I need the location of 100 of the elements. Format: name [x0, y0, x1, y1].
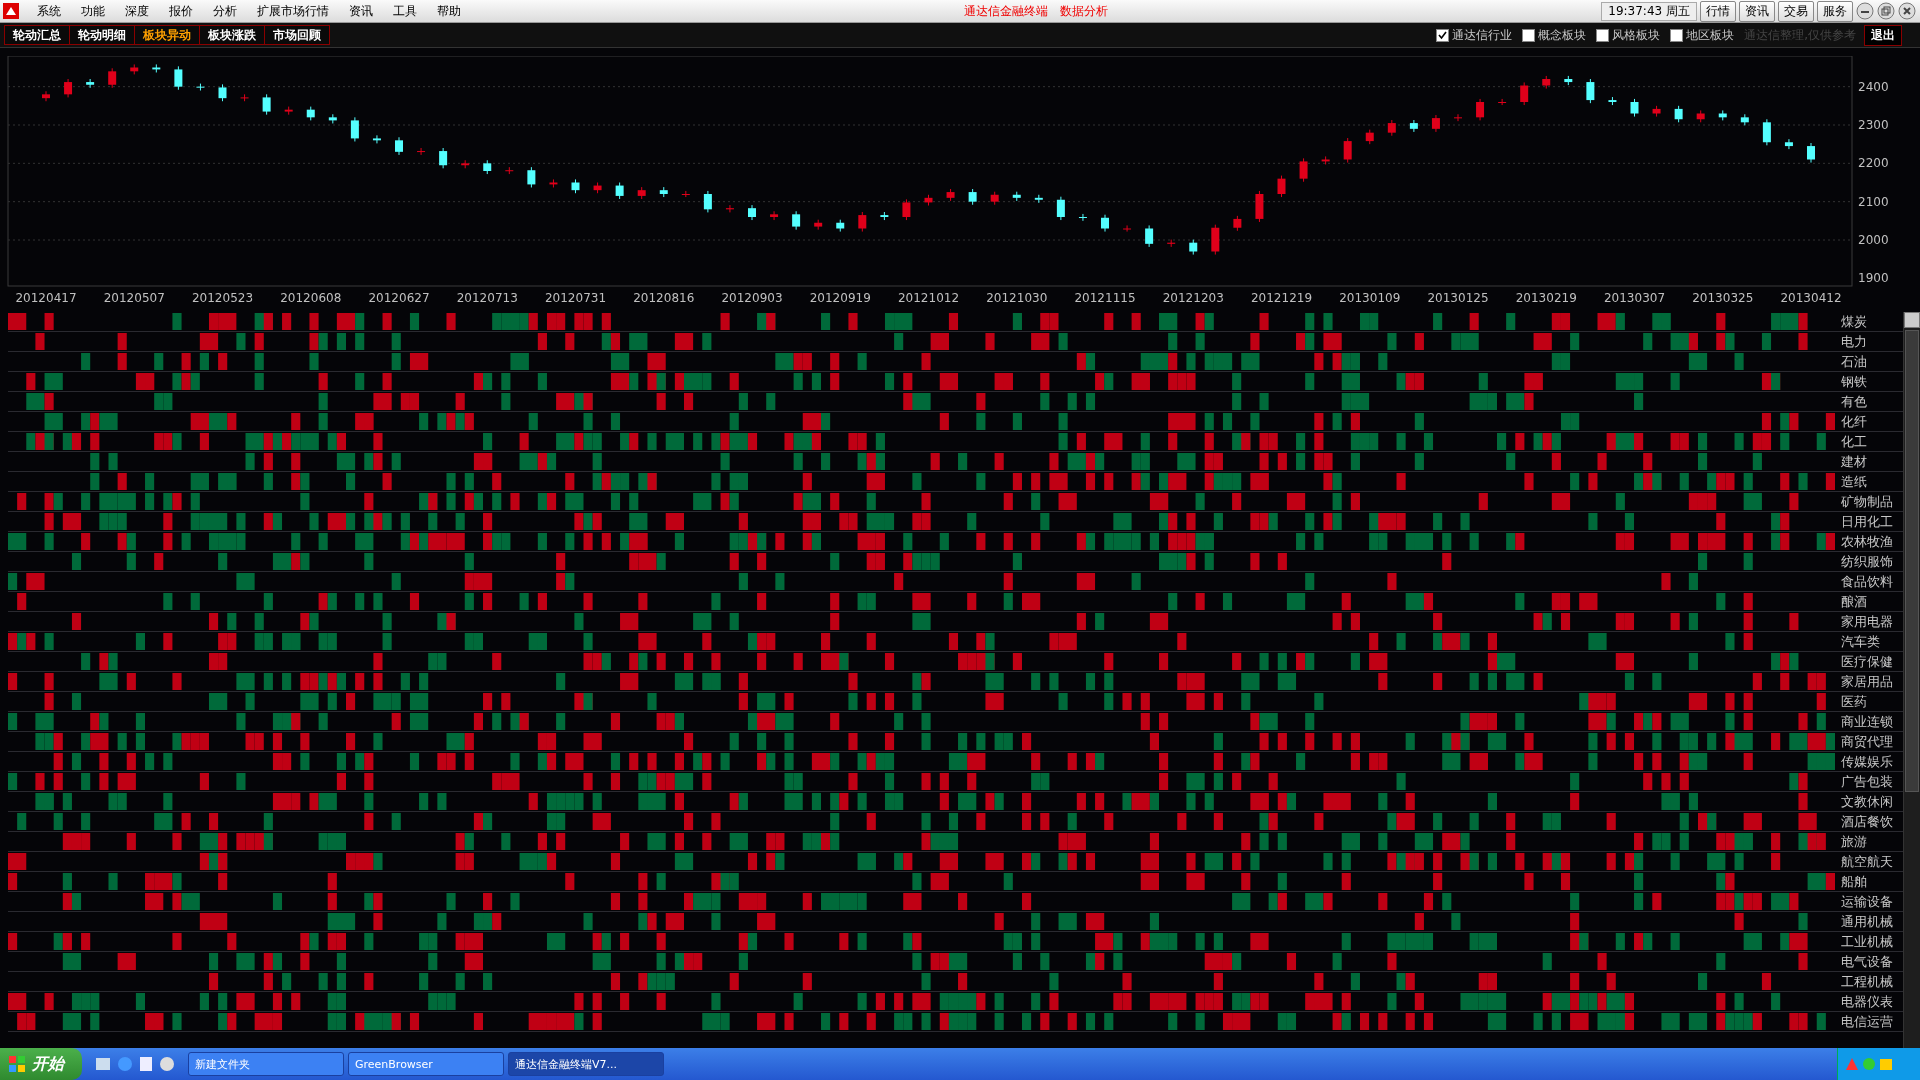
sector-label: 化纤 [1840, 413, 1868, 431]
menu-button[interactable]: 行情 [1700, 0, 1736, 22]
sector-label: 商业连锁 [1840, 713, 1894, 731]
restore-icon[interactable] [1877, 2, 1895, 20]
x-tick-label: 20120608 [280, 291, 342, 305]
y-tick-label: 1900 [1858, 271, 1889, 286]
sector-label: 石油 [1840, 353, 1868, 371]
candlestick [1431, 114, 1440, 133]
x-tick-label: 20120627 [368, 291, 430, 305]
sector-label: 矿物制品 [1840, 493, 1894, 511]
candlestick [1365, 129, 1374, 145]
windows-logo-icon [8, 1055, 26, 1073]
candlestick [1233, 215, 1242, 232]
tab[interactable]: 市场回顾 [264, 25, 330, 45]
x-tick-label: 20121203 [1162, 291, 1224, 305]
candlestick [593, 182, 602, 194]
y-tick-label: 2000 [1858, 233, 1889, 247]
menu-item[interactable]: 资讯 [339, 2, 383, 20]
tab[interactable]: 轮动汇总 [4, 25, 70, 45]
candlestick [1409, 119, 1418, 133]
checkbox-label: 概念板块 [1538, 26, 1587, 44]
candlestick [748, 204, 756, 221]
candlestick [659, 186, 668, 198]
candlestick [725, 204, 734, 213]
sector-label: 医疗保健 [1840, 653, 1894, 671]
x-tick-label: 20120417 [15, 291, 77, 305]
sector-label: 通用机械 [1840, 913, 1894, 931]
candlestick [1674, 105, 1683, 123]
candlestick [880, 211, 889, 221]
y-tick-label: 2300 [1858, 118, 1889, 132]
close-icon[interactable] [1898, 2, 1916, 20]
exit-button[interactable]: 退出 [1864, 24, 1902, 46]
candlestick [681, 190, 690, 198]
x-tick-label: 20120523 [191, 291, 254, 305]
candlestick [1145, 224, 1154, 248]
candlestick [1807, 142, 1815, 164]
taskbar-button[interactable]: 通达信金融终端V7... [508, 1052, 664, 1076]
candlestick [439, 147, 448, 169]
candlestick [814, 219, 823, 231]
taskbar-button[interactable]: 新建文件夹 [188, 1052, 344, 1076]
menu-item[interactable]: 工具 [383, 2, 427, 20]
tab[interactable]: 板块涨跌 [199, 25, 265, 45]
sector-label: 日用化工 [1840, 513, 1894, 531]
taskbar-button[interactable]: GreenBrowser [348, 1052, 504, 1076]
sector-label: 广告包装 [1840, 773, 1894, 791]
candlestick [1343, 137, 1352, 164]
candlestick [770, 210, 779, 221]
menu-item[interactable]: 帮助 [427, 2, 471, 20]
candlestick [395, 136, 403, 156]
x-tick-label: 20130307 [1603, 291, 1666, 305]
sector-label: 煤炭 [1840, 313, 1868, 331]
tray-icons-drawing[interactable] [1844, 1056, 1894, 1072]
candlestick [792, 210, 801, 231]
sector-label: 电气设备 [1840, 953, 1894, 971]
candlestick [968, 188, 977, 206]
sector-label: 建材 [1840, 453, 1868, 471]
tab[interactable]: 轮动明细 [69, 25, 135, 45]
candlestick [1520, 81, 1529, 106]
candlestick [1189, 239, 1198, 256]
scrollbar[interactable] [1903, 312, 1920, 1048]
menu-button[interactable]: 服务 [1817, 0, 1853, 22]
menu-item[interactable]: 系统 [27, 2, 71, 20]
checkbox[interactable] [1670, 28, 1684, 42]
sector-label: 汽车类 [1840, 633, 1881, 651]
sector-label: 文教休闲 [1840, 793, 1894, 811]
x-tick-label: 20121115 [1074, 291, 1136, 305]
menu-item[interactable]: 深度 [115, 2, 159, 20]
title-text: 数据分析 [1059, 2, 1110, 20]
candlestick [417, 147, 426, 156]
minimize-icon[interactable] [1856, 2, 1874, 20]
candlestick [196, 83, 205, 91]
checkbox-label: 风格板块 [1612, 26, 1661, 44]
checkbox[interactable] [1522, 28, 1536, 42]
candlestick [924, 194, 933, 206]
x-tick-label: 20130325 [1692, 291, 1754, 305]
quick-launch-icons-drawing[interactable] [96, 1055, 176, 1073]
checkbox[interactable] [1436, 28, 1450, 42]
candlestick [637, 186, 646, 200]
checkbox[interactable] [1596, 28, 1610, 42]
candlestick [990, 191, 999, 206]
menu-button[interactable]: 交易 [1778, 0, 1814, 22]
tab[interactable]: 板块异动 [134, 25, 200, 45]
menu-item[interactable]: 扩展市场行情 [247, 2, 339, 20]
candlestick [1123, 224, 1132, 233]
x-tick-label: 20121030 [986, 291, 1048, 305]
candlestick [1740, 113, 1749, 126]
app-logo-icon [3, 3, 19, 19]
title-text: 通达信金融终端 [963, 2, 1050, 20]
sector-label: 化工 [1840, 433, 1868, 451]
sector-label: 传媒娱乐 [1840, 753, 1894, 771]
menu-item[interactable]: 报价 [159, 2, 203, 20]
menu-item[interactable]: 分析 [203, 2, 247, 20]
candlestick [1321, 155, 1330, 165]
candlestick [218, 83, 227, 102]
candlestick [86, 78, 95, 89]
menu-item[interactable]: 功能 [71, 2, 115, 20]
menu-button[interactable]: 资讯 [1739, 0, 1775, 22]
sector-label: 商贸代理 [1840, 733, 1894, 751]
candlestick [1078, 213, 1087, 222]
candlestick [836, 219, 845, 233]
